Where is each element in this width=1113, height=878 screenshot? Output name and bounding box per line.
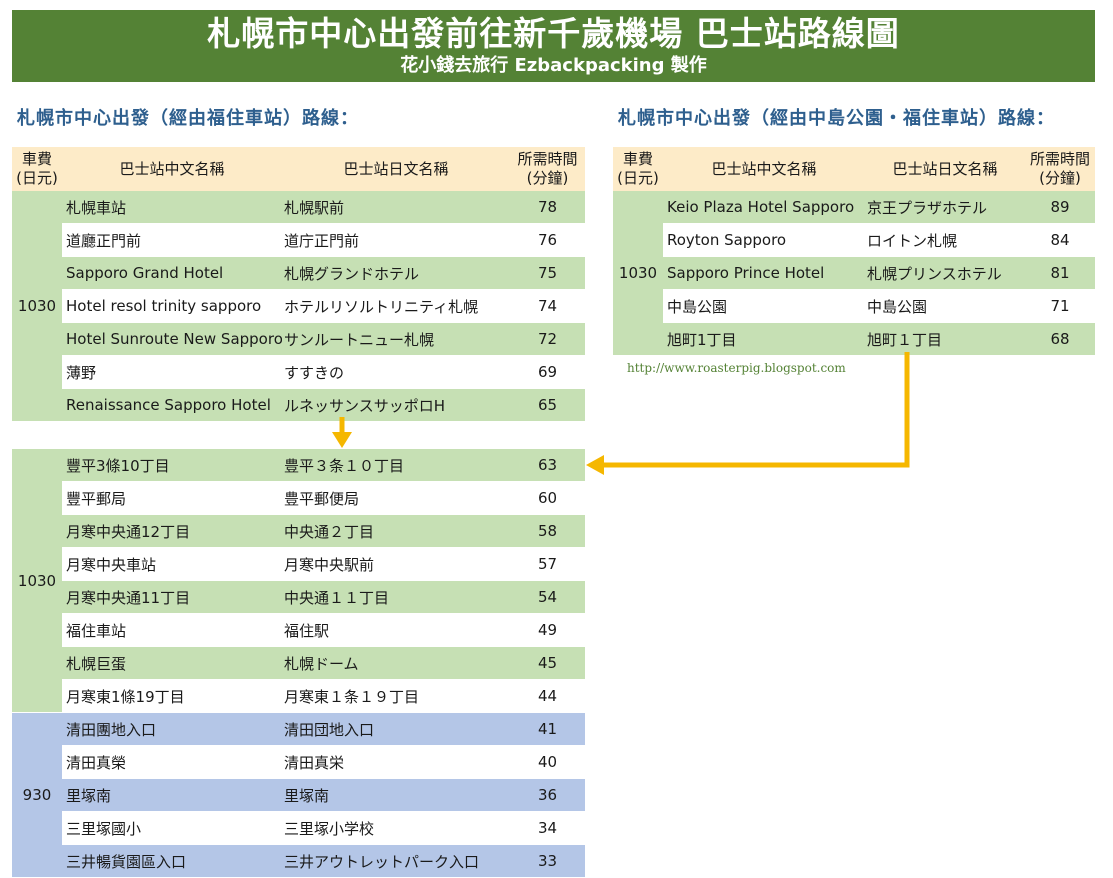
down-arrow <box>332 417 352 448</box>
connector-arrow <box>586 352 910 475</box>
route-arrows <box>332 352 910 475</box>
